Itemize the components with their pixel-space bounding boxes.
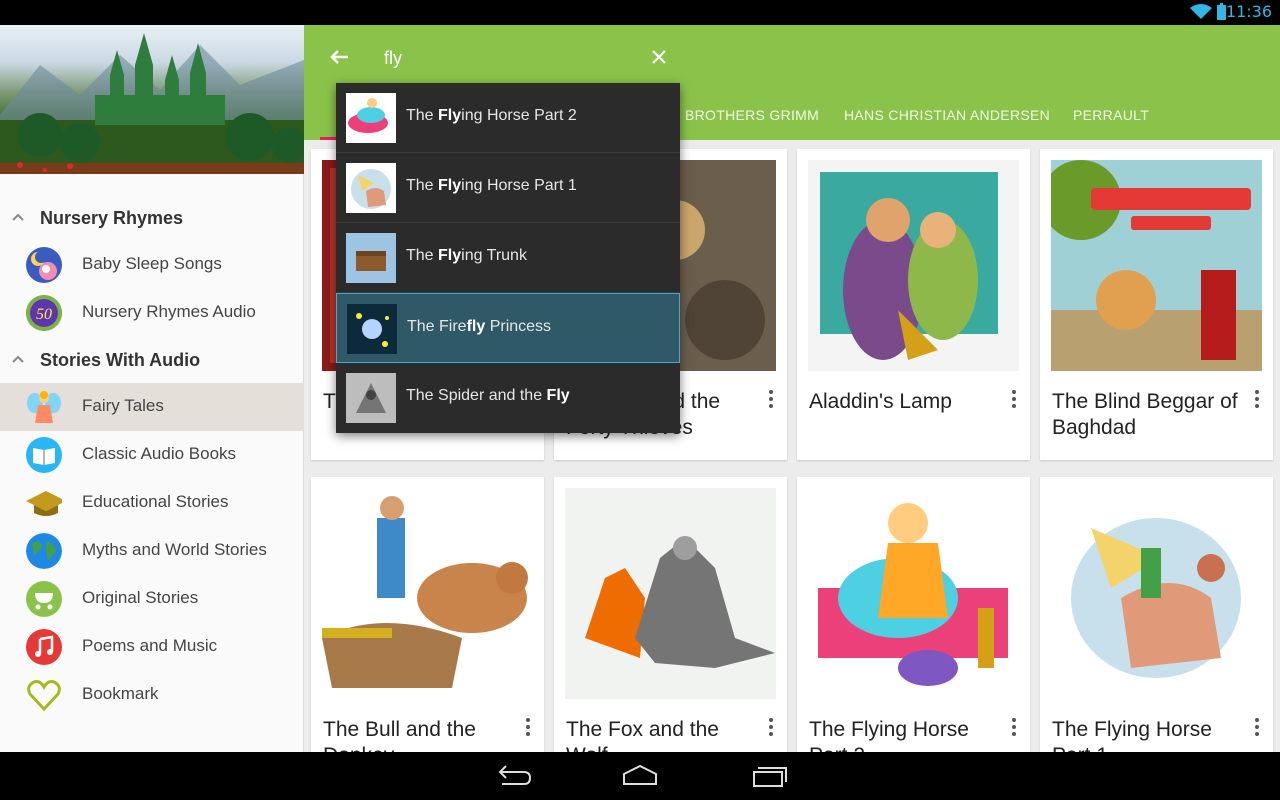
overflow-menu-icon[interactable] xyxy=(1251,717,1263,737)
globe-icon xyxy=(26,533,62,569)
story-title: The Flying Horse Part 1 xyxy=(1052,718,1212,752)
chevron-up-icon xyxy=(12,355,24,363)
story-card[interactable]: The Bull and the Donkey xyxy=(311,477,544,752)
overflow-menu-icon[interactable] xyxy=(765,717,777,737)
suggestion-item-highlighted[interactable]: The Firefly Princess xyxy=(336,293,680,363)
suggestion-item[interactable]: The Flying Horse Part 1 xyxy=(336,153,680,223)
suggestion-item[interactable]: The Flying Horse Part 2 xyxy=(336,83,680,153)
search-suggestions: The Flying Horse Part 2 The Flying Horse… xyxy=(336,83,680,433)
drawer-list: Nursery Rhymes Baby Sleep Songs 50 Nurse… xyxy=(0,195,304,719)
wifi-icon xyxy=(1190,4,1212,19)
story-card[interactable]: The Blind Beggar of Baghdad xyxy=(1040,149,1273,460)
tab-hans-christian-andersen[interactable]: HANS CHRISTIAN ANDERSEN xyxy=(844,107,1050,123)
story-title: The Bull and the Donkey xyxy=(323,718,476,752)
suggestion-thumbnail xyxy=(346,233,396,283)
story-title: The Fox and the Wolf xyxy=(566,718,719,752)
suggestion-thumbnail xyxy=(346,373,396,423)
music-note-icon xyxy=(26,629,62,665)
navigation-drawer: Nursery Rhymes Baby Sleep Songs 50 Nurse… xyxy=(0,25,304,752)
system-navigation-bar xyxy=(0,752,1280,800)
drawer-item-myths-and-world-stories[interactable]: Myths and World Stories xyxy=(0,527,304,575)
section-stories-with-audio[interactable]: Stories With Audio xyxy=(0,337,304,383)
suggestion-thumbnail xyxy=(347,304,397,354)
story-card[interactable]: The Fox and the Wolf xyxy=(554,477,787,752)
drawer-item-baby-sleep-songs[interactable]: Baby Sleep Songs xyxy=(0,241,304,289)
suggestion-item[interactable]: The Spider and the Fly xyxy=(336,363,680,433)
recents-nav-icon[interactable] xyxy=(750,762,790,790)
suggestion-thumbnail xyxy=(346,163,396,213)
moon-baby-icon xyxy=(26,247,62,283)
overflow-menu-icon[interactable] xyxy=(522,717,534,737)
story-card[interactable]: The Flying Horse Part 2 xyxy=(797,477,1030,752)
story-thumbnail xyxy=(322,488,533,699)
svg-text:50: 50 xyxy=(36,306,52,323)
home-nav-icon[interactable] xyxy=(620,762,660,790)
drawer-item-fairy-tales[interactable]: Fairy Tales xyxy=(0,383,304,431)
story-thumbnail xyxy=(808,160,1019,371)
story-thumbnail xyxy=(1051,488,1262,699)
section-nursery-rhymes[interactable]: Nursery Rhymes xyxy=(0,195,304,241)
suggestion-item[interactable]: The Flying Trunk xyxy=(336,223,680,293)
fairy-icon xyxy=(26,389,62,425)
chevron-up-icon xyxy=(12,213,24,221)
drawer-item-classic-audio-books[interactable]: Classic Audio Books xyxy=(0,431,304,479)
battery-icon xyxy=(1217,3,1226,20)
story-title: The Flying Horse Part 2 xyxy=(809,718,969,752)
story-card[interactable]: Aladdin's Lamp xyxy=(797,149,1030,460)
story-title: Aladdin's Lamp xyxy=(809,390,952,413)
drawer-item-educational-stories[interactable]: Educational Stories xyxy=(0,479,304,527)
castle-illustration xyxy=(0,33,304,174)
drawer-header-image xyxy=(0,25,304,174)
story-thumbnail xyxy=(565,488,776,699)
status-bar: 11:36 xyxy=(0,0,1280,25)
tab-brothers-grimm[interactable]: BROTHERS GRIMM xyxy=(685,107,819,123)
nursery-50-icon: 50 xyxy=(26,295,62,331)
book-icon xyxy=(26,437,62,473)
drawer-item-poems-and-music[interactable]: Poems and Music xyxy=(0,623,304,671)
overflow-menu-icon[interactable] xyxy=(765,389,777,409)
app-root: 11:36 Nursery Rhymes Baby Sleep Songs 50… xyxy=(0,0,1280,800)
story-thumbnail xyxy=(1051,160,1262,371)
overflow-menu-icon[interactable] xyxy=(1008,389,1020,409)
story-thumbnail xyxy=(808,488,1019,699)
graduation-cap-icon xyxy=(26,485,62,521)
overflow-menu-icon[interactable] xyxy=(1251,389,1263,409)
stroller-icon xyxy=(26,581,62,617)
overflow-menu-icon[interactable] xyxy=(1008,717,1020,737)
search-input[interactable] xyxy=(384,45,644,71)
suggestion-thumbnail xyxy=(346,93,396,143)
story-title: The Blind Beggar of Baghdad xyxy=(1052,390,1238,439)
back-nav-icon[interactable] xyxy=(492,762,532,790)
status-clock: 11:36 xyxy=(1225,2,1272,21)
story-card[interactable]: The Flying Horse Part 1 xyxy=(1040,477,1273,752)
tab-perrault[interactable]: PERRAULT xyxy=(1073,107,1149,123)
drawer-item-nursery-rhymes-audio[interactable]: 50 Nursery Rhymes Audio xyxy=(0,289,304,337)
back-arrow-icon[interactable] xyxy=(326,43,354,71)
close-icon[interactable] xyxy=(648,46,670,68)
drawer-item-bookmark[interactable]: Bookmark xyxy=(0,671,304,719)
heart-icon xyxy=(26,677,62,713)
drawer-item-original-stories[interactable]: Original Stories xyxy=(0,575,304,623)
